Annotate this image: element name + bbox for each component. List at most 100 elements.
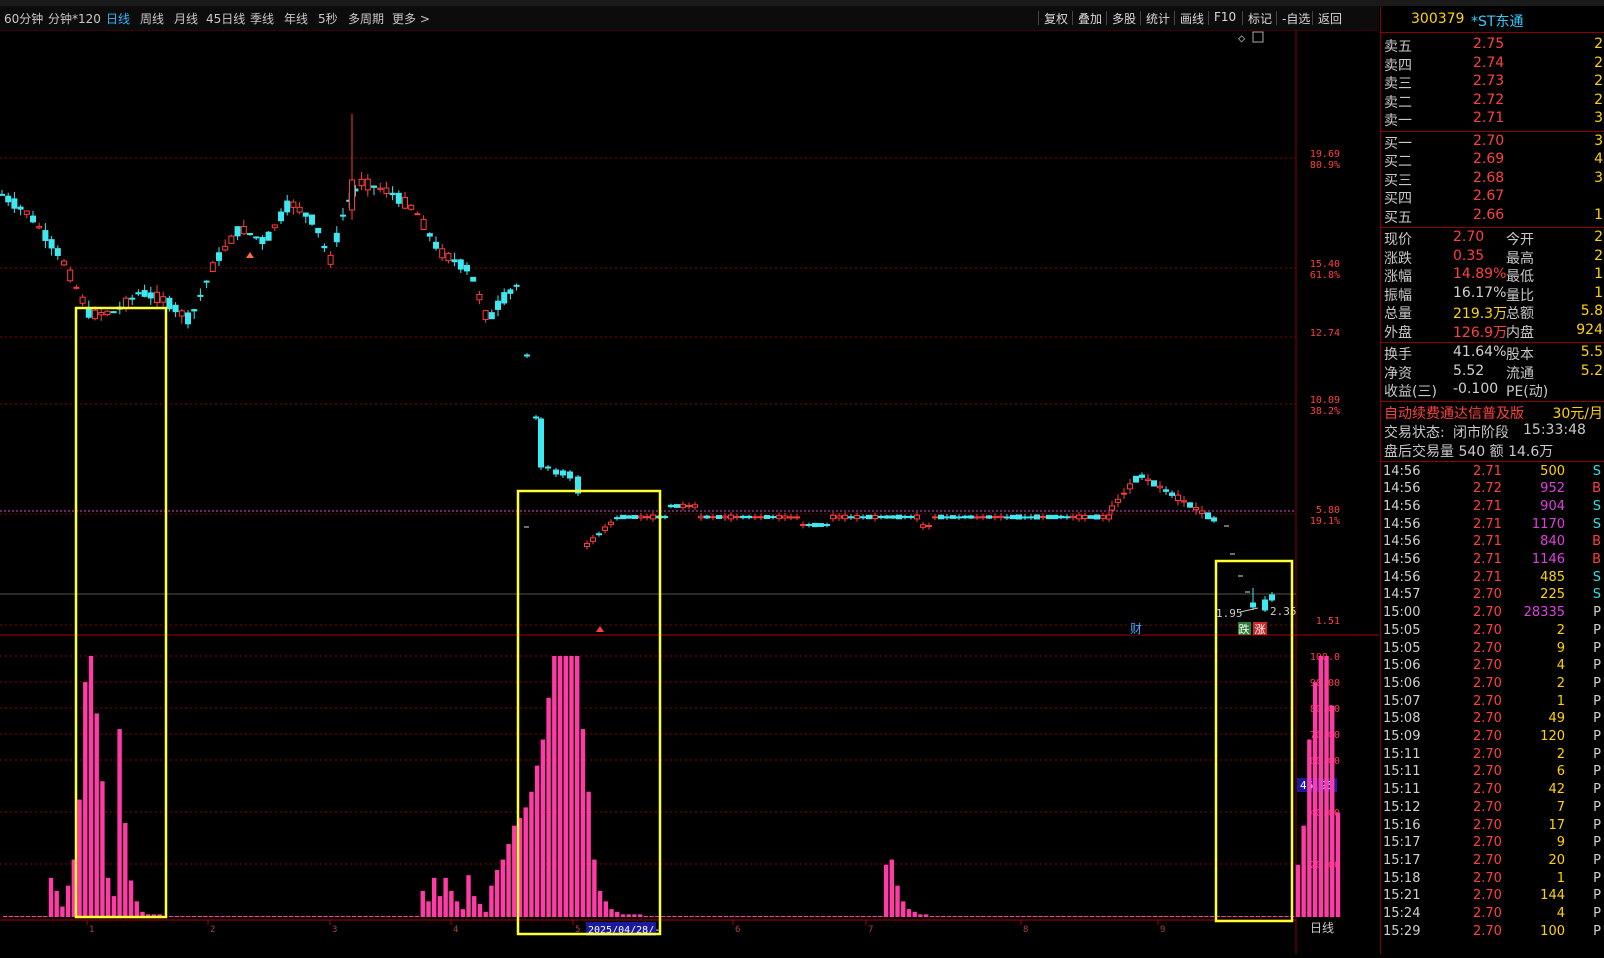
candle[interactable] — [104, 310, 111, 316]
candle[interactable] — [141, 290, 148, 297]
orderbook-buy-row[interactable]: 买四 2.67 — [1381, 188, 1604, 207]
candle[interactable] — [758, 516, 764, 519]
stock-header[interactable]: 300379 *ST东通 — [1381, 6, 1604, 33]
candle[interactable] — [902, 515, 908, 519]
candle[interactable] — [414, 213, 421, 216]
candle[interactable] — [872, 514, 878, 520]
candle[interactable] — [290, 201, 297, 208]
candle[interactable] — [395, 192, 402, 204]
candle[interactable] — [806, 524, 812, 527]
candle[interactable] — [166, 297, 173, 310]
candle[interactable] — [1115, 498, 1121, 503]
candle[interactable] — [321, 245, 328, 249]
candle[interactable] — [309, 214, 315, 225]
candle[interactable] — [818, 523, 824, 527]
candle[interactable] — [42, 230, 49, 241]
candle[interactable] — [98, 312, 105, 316]
candle[interactable] — [956, 516, 962, 519]
candle[interactable] — [608, 521, 614, 526]
candle[interactable] — [73, 286, 80, 289]
candle[interactable] — [926, 525, 932, 528]
candle[interactable] — [752, 516, 758, 519]
candle[interactable] — [185, 312, 191, 325]
candle[interactable] — [340, 214, 346, 217]
candle[interactable] — [247, 233, 253, 236]
candle[interactable] — [650, 514, 656, 520]
candle[interactable] — [0, 193, 5, 196]
candle[interactable] — [17, 206, 24, 210]
candle[interactable] — [5, 195, 12, 203]
candle[interactable] — [1250, 602, 1256, 608]
candle[interactable] — [746, 515, 752, 519]
candle[interactable] — [980, 516, 986, 519]
candle[interactable] — [79, 296, 86, 304]
candle[interactable] — [1109, 505, 1115, 511]
candle[interactable] — [253, 236, 260, 239]
candle[interactable] — [1094, 514, 1100, 520]
period-tab[interactable]: 5秒 — [318, 10, 338, 27]
candle[interactable] — [740, 515, 746, 519]
candle[interactable] — [222, 245, 229, 251]
toolbar-button[interactable]: F10 — [1214, 10, 1236, 24]
candle[interactable] — [333, 232, 340, 243]
candle[interactable] — [1100, 515, 1106, 519]
toolbar-button[interactable]: 复权 — [1044, 10, 1068, 27]
candle[interactable] — [495, 300, 501, 310]
candle[interactable] — [632, 515, 638, 519]
candle[interactable] — [278, 211, 284, 222]
candle[interactable] — [848, 516, 854, 519]
candle[interactable] — [1181, 500, 1187, 503]
candle[interactable] — [1205, 512, 1211, 520]
candle[interactable] — [662, 515, 668, 519]
candle[interactable] — [968, 515, 974, 519]
candle[interactable] — [668, 504, 674, 508]
candle[interactable] — [890, 515, 896, 519]
candle[interactable] — [1058, 515, 1064, 519]
candle[interactable] — [584, 542, 590, 548]
candle[interactable] — [866, 514, 872, 520]
period-tab[interactable]: 日线 — [106, 10, 130, 27]
period-tab[interactable]: 分钟*120 — [48, 10, 101, 27]
candle[interactable] — [1028, 516, 1034, 519]
candle[interactable] — [408, 204, 415, 210]
candle[interactable] — [470, 276, 477, 282]
candle[interactable] — [147, 292, 154, 299]
candle[interactable] — [92, 309, 98, 320]
candle[interactable] — [358, 178, 365, 187]
candle[interactable] — [476, 293, 483, 301]
toolbar-button[interactable]: 叠加 — [1078, 10, 1102, 27]
candle[interactable] — [1127, 483, 1133, 490]
candle[interactable] — [11, 198, 18, 209]
candle[interactable] — [1139, 474, 1145, 478]
ad-banner[interactable]: 自动续费通达信普及版 30元/月 — [1381, 403, 1604, 422]
candle[interactable] — [1046, 514, 1052, 520]
candle[interactable] — [1076, 514, 1082, 520]
candle[interactable] — [1082, 515, 1088, 519]
candle[interactable] — [770, 516, 776, 519]
candle[interactable] — [284, 200, 291, 213]
orderbook-buy-row[interactable]: 买五 2.66 1 — [1381, 207, 1604, 226]
candle[interactable] — [445, 252, 452, 262]
candle[interactable] — [371, 185, 377, 188]
candle[interactable] — [1145, 478, 1151, 481]
candle[interactable] — [596, 533, 602, 536]
orderbook-sell-row[interactable]: 卖四 2.74 2 — [1381, 55, 1604, 74]
orderbook-sell-row[interactable]: 卖五 2.75 2 — [1381, 36, 1604, 55]
candle[interactable] — [728, 514, 734, 520]
candle[interactable] — [602, 526, 608, 532]
candle[interactable] — [938, 514, 944, 520]
candle[interactable] — [482, 310, 489, 320]
candle[interactable] — [692, 504, 698, 508]
candle[interactable] — [722, 515, 728, 519]
candle[interactable] — [686, 505, 692, 508]
candle[interactable] — [644, 516, 650, 519]
candle[interactable] — [1262, 599, 1268, 611]
candle[interactable] — [234, 226, 241, 237]
candle[interactable] — [1133, 475, 1139, 483]
candle[interactable] — [315, 227, 322, 234]
candle[interactable] — [507, 289, 514, 294]
candle[interactable] — [908, 515, 914, 519]
candle[interactable] — [259, 237, 266, 245]
candle[interactable] — [451, 259, 458, 263]
period-tab[interactable]: 多周期 — [348, 10, 384, 27]
